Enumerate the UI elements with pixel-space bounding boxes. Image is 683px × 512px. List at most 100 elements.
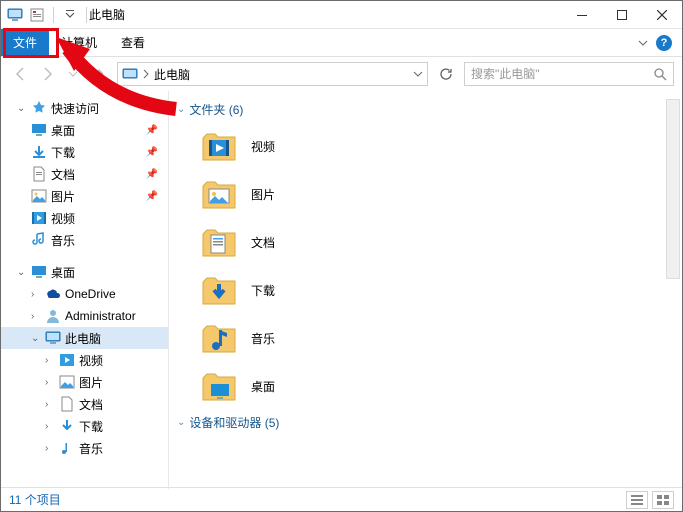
folder-music[interactable]: 音乐 [177, 314, 674, 362]
sidebar-tp-documents[interactable]: › 文档 [1, 393, 168, 415]
sidebar-quick-access[interactable]: ⌄ 快速访问 [1, 97, 168, 119]
sidebar-tp-pictures[interactable]: › 图片 [1, 371, 168, 393]
ribbon-expand-icon[interactable] [638, 38, 648, 48]
sidebar-desktop[interactable]: 桌面 📌 [1, 119, 168, 141]
download-icon [31, 144, 47, 160]
chevron-right-icon[interactable]: › [31, 311, 41, 322]
address-dropdown-icon[interactable] [413, 69, 423, 79]
sidebar-item-label: 图片 [51, 188, 75, 205]
sidebar-item-label: 音乐 [79, 440, 103, 457]
sidebar-videos[interactable]: 视频 [1, 207, 168, 229]
folder-label: 下载 [251, 282, 275, 299]
navigation-pane[interactable]: ⌄ 快速访问 桌面 📌 下载 📌 文档 📌 图片 📌 视频 [1, 91, 169, 489]
sidebar-item-label: 下载 [79, 418, 103, 435]
music-folder-icon [201, 320, 237, 356]
pictures-folder-icon [201, 176, 237, 212]
pin-icon: 📌 [146, 169, 158, 180]
recent-dropdown[interactable] [61, 62, 85, 86]
chevron-right-icon[interactable]: › [31, 289, 41, 300]
tab-file[interactable]: 文件 [1, 29, 49, 56]
folder-downloads[interactable]: 下载 [177, 266, 674, 314]
refresh-button[interactable] [434, 62, 458, 86]
tab-view[interactable]: 查看 [109, 29, 157, 56]
tab-computer[interactable]: 计算机 [49, 29, 109, 56]
chevron-down-icon[interactable]: ⌄ [31, 333, 41, 344]
videos-folder-icon [201, 128, 237, 164]
sidebar-item-label: 音乐 [51, 232, 75, 249]
sidebar-music[interactable]: 音乐 [1, 229, 168, 251]
this-pc-icon [7, 7, 23, 23]
group-folders[interactable]: ⌄ 文件夹 (6) [177, 97, 674, 122]
sidebar-onedrive[interactable]: › OneDrive [1, 283, 168, 305]
folder-label: 音乐 [251, 330, 275, 347]
music-icon [31, 232, 47, 248]
sidebar-item-label: 文档 [51, 166, 75, 183]
quick-access-toolbar [1, 7, 84, 23]
sidebar-item-label: 视频 [51, 210, 75, 227]
address-icon [122, 66, 138, 82]
sidebar-downloads[interactable]: 下载 📌 [1, 141, 168, 163]
status-item-count: 11 个项目 [9, 491, 61, 508]
video-icon [31, 210, 47, 226]
details-view-button[interactable] [626, 491, 648, 509]
this-pc-icon [45, 330, 61, 346]
chevron-right-icon[interactable]: › [45, 421, 55, 432]
address-bar[interactable]: 此电脑 [117, 62, 428, 86]
pin-icon: 📌 [146, 125, 158, 136]
minimize-button[interactable] [562, 1, 602, 29]
sidebar-item-label: 视频 [79, 352, 103, 369]
chevron-down-icon[interactable]: ⌄ [177, 417, 185, 428]
onedrive-icon [45, 286, 61, 302]
user-icon [45, 308, 61, 324]
up-button[interactable] [87, 62, 111, 86]
sidebar-desktop-root[interactable]: ⌄ 桌面 [1, 261, 168, 283]
chevron-down-icon[interactable]: ⌄ [177, 104, 185, 115]
chevron-down-icon[interactable]: ⌄ [17, 103, 27, 114]
back-button[interactable] [9, 62, 33, 86]
tab-file-label: 文件 [13, 34, 37, 51]
search-input[interactable] [471, 67, 653, 81]
sidebar-documents[interactable]: 文档 📌 [1, 163, 168, 185]
help-icon[interactable]: ? [656, 35, 672, 51]
sidebar-tp-videos[interactable]: › 视频 [1, 349, 168, 371]
folder-pictures[interactable]: 图片 [177, 170, 674, 218]
sidebar-tp-downloads[interactable]: › 下载 [1, 415, 168, 437]
group-label: 设备和驱动器 (5) [189, 414, 279, 431]
pin-icon: 📌 [146, 191, 158, 202]
forward-button[interactable] [35, 62, 59, 86]
properties-icon[interactable] [29, 7, 45, 23]
downloads-folder-icon [201, 272, 237, 308]
qat-dropdown-icon[interactable] [62, 7, 78, 23]
folder-documents[interactable]: 文档 [177, 218, 674, 266]
sidebar-this-pc[interactable]: ⌄ 此电脑 [1, 327, 168, 349]
search-box[interactable] [464, 62, 674, 86]
sidebar-administrator[interactable]: › Administrator [1, 305, 168, 327]
folder-label: 图片 [251, 186, 275, 203]
chevron-down-icon[interactable]: ⌄ [17, 267, 27, 278]
sidebar-item-label: 桌面 [51, 122, 75, 139]
vertical-scrollbar[interactable] [666, 99, 680, 279]
breadcrumb[interactable]: 此电脑 [154, 66, 409, 83]
picture-icon [31, 188, 47, 204]
folder-videos[interactable]: 视频 [177, 122, 674, 170]
search-icon [653, 67, 667, 81]
desktop-folder-icon [201, 368, 237, 404]
folder-label: 文档 [251, 234, 275, 251]
sidebar-tp-music[interactable]: › 音乐 [1, 437, 168, 459]
sidebar-item-label: 文档 [79, 396, 103, 413]
document-icon [59, 396, 75, 412]
group-devices[interactable]: ⌄ 设备和驱动器 (5) [177, 410, 674, 435]
desktop-icon [31, 122, 47, 138]
sidebar-pictures[interactable]: 图片 📌 [1, 185, 168, 207]
close-button[interactable] [642, 1, 682, 29]
chevron-right-icon[interactable]: › [45, 399, 55, 410]
content-pane[interactable]: ⌄ 文件夹 (6) 视频 图片 文档 下载 音乐 桌面 ⌄ 设备 [169, 91, 682, 489]
chevron-right-icon[interactable]: › [45, 355, 55, 366]
sidebar-item-label: 此电脑 [65, 330, 101, 347]
maximize-button[interactable] [602, 1, 642, 29]
chevron-right-icon[interactable]: › [45, 377, 55, 388]
icons-view-button[interactable] [652, 491, 674, 509]
folder-desktop[interactable]: 桌面 [177, 362, 674, 410]
chevron-right-icon[interactable]: › [45, 443, 55, 454]
group-label: 文件夹 (6) [189, 101, 243, 118]
